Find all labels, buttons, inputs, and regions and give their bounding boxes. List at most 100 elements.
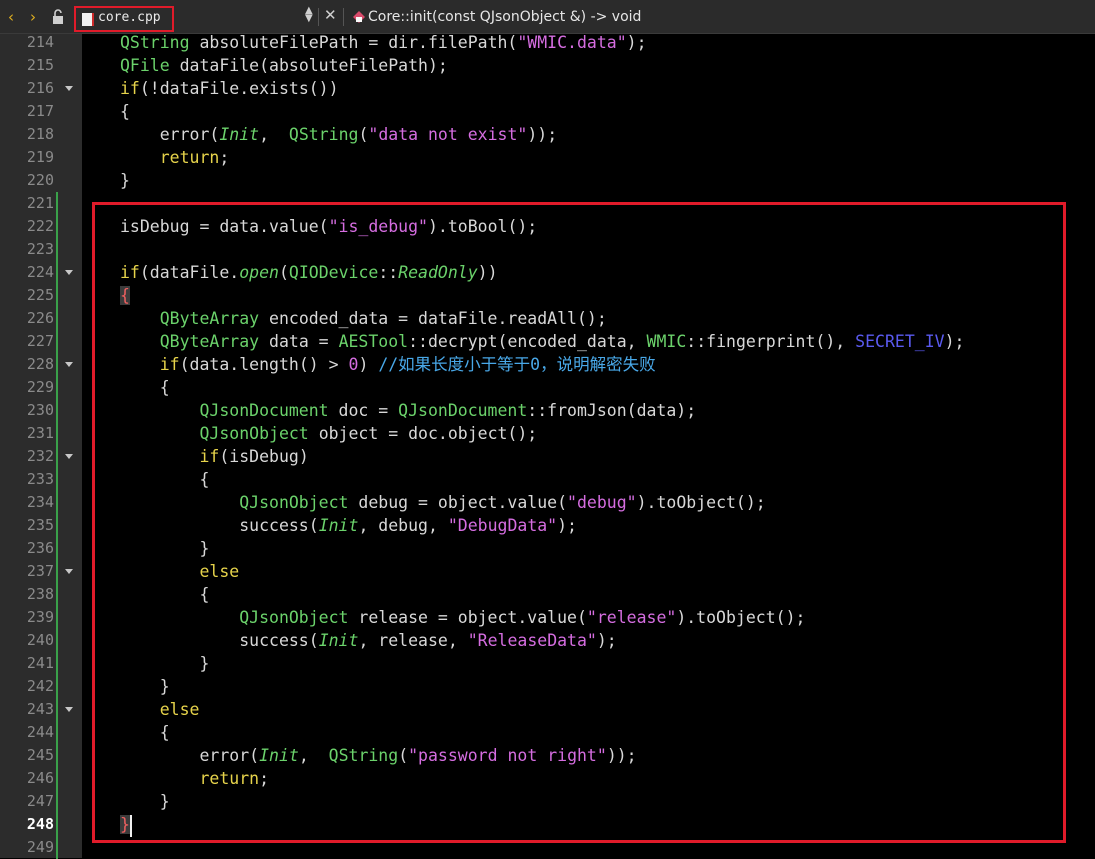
code-text: } bbox=[120, 813, 130, 836]
change-marker bbox=[56, 215, 58, 238]
code-line[interactable]: 227 QByteArray data = AESTool::decrypt(e… bbox=[0, 330, 1095, 353]
code-token: return bbox=[120, 769, 260, 788]
code-token: ) bbox=[358, 355, 379, 374]
code-line[interactable]: 223 bbox=[0, 238, 1095, 261]
code-token: )) bbox=[477, 263, 498, 282]
change-marker bbox=[56, 307, 58, 330]
code-text: if(!dataFile.exists()) bbox=[120, 77, 339, 100]
code-line[interactable]: 239 QJsonObject release = object.value("… bbox=[0, 606, 1095, 629]
change-marker bbox=[56, 468, 58, 491]
fold-toggle-icon[interactable] bbox=[65, 454, 73, 459]
code-line[interactable]: 246 return; bbox=[0, 767, 1095, 790]
code-line[interactable]: 230 QJsonDocument doc = QJsonDocument::f… bbox=[0, 399, 1095, 422]
fold-toggle-icon[interactable] bbox=[65, 569, 73, 574]
code-line[interactable]: 241 } bbox=[0, 652, 1095, 675]
change-marker bbox=[56, 491, 58, 514]
code-line[interactable]: 226 QByteArray encoded_data = dataFile.r… bbox=[0, 307, 1095, 330]
file-selector-tab[interactable]: core.cpp bbox=[74, 6, 174, 32]
line-number: 229 bbox=[26, 378, 54, 396]
code-text: { bbox=[120, 468, 209, 491]
code-token: ); bbox=[944, 332, 965, 351]
code-line[interactable]: 224 if(dataFile.open(QIODevice::ReadOnly)… bbox=[0, 261, 1095, 284]
line-number: 230 bbox=[26, 401, 54, 419]
code-line[interactable]: 219 return; bbox=[0, 146, 1095, 169]
code-text: success(Init, release, "ReleaseData"); bbox=[120, 629, 617, 652]
code-line[interactable]: 218 error(Init, QString("data not exist"… bbox=[0, 123, 1095, 146]
code-line[interactable]: 244 { bbox=[0, 721, 1095, 744]
code-text: { bbox=[120, 284, 130, 307]
code-line[interactable]: 236 } bbox=[0, 537, 1095, 560]
code-token: ; bbox=[219, 148, 230, 167]
line-number: 242 bbox=[26, 677, 54, 695]
code-line[interactable]: 215 QFile dataFile(absoluteFilePath); bbox=[0, 54, 1095, 77]
line-number: 232 bbox=[26, 447, 54, 465]
code-token: "ReleaseData" bbox=[467, 631, 597, 650]
change-marker bbox=[56, 767, 58, 790]
chevron-right-icon[interactable]: › bbox=[24, 6, 42, 28]
code-line[interactable]: 228 if(data.length() > 0) //如果长度小于等于0，说明… bbox=[0, 353, 1095, 376]
code-line[interactable]: 220} bbox=[0, 169, 1095, 192]
code-line[interactable]: 249 bbox=[0, 836, 1095, 859]
code-line[interactable]: 216 if(!dataFile.exists()) bbox=[0, 77, 1095, 100]
code-line[interactable]: 235 success(Init, debug, "DebugData"); bbox=[0, 514, 1095, 537]
code-line[interactable]: 243 else bbox=[0, 698, 1095, 721]
code-line[interactable]: 233 { bbox=[0, 468, 1095, 491]
code-line[interactable]: 245 error(Init, QString("password not ri… bbox=[0, 744, 1095, 767]
code-line[interactable]: 240 success(Init, release, "ReleaseData"… bbox=[0, 629, 1095, 652]
code-token: "DebugData" bbox=[447, 516, 558, 535]
code-token: Init bbox=[318, 631, 359, 650]
fold-toggle-icon[interactable] bbox=[65, 362, 73, 367]
change-marker bbox=[56, 376, 58, 399]
code-text: QFile dataFile(absoluteFilePath); bbox=[120, 54, 448, 77]
code-token: QString bbox=[288, 125, 359, 144]
code-line[interactable]: 247 } bbox=[0, 790, 1095, 813]
code-line[interactable]: 232 if(isDebug) bbox=[0, 445, 1095, 468]
code-token: ( bbox=[358, 125, 369, 144]
code-text: else bbox=[120, 560, 239, 583]
code-line[interactable]: 248} bbox=[0, 813, 1095, 836]
code-line[interactable]: 225 { bbox=[0, 284, 1095, 307]
line-number: 221 bbox=[26, 194, 54, 212]
code-token: } bbox=[120, 792, 170, 811]
code-token: //如果长度小于等于0，说明解密失败 bbox=[378, 355, 656, 374]
code-token: "release" bbox=[586, 608, 677, 627]
code-text: return; bbox=[120, 146, 230, 169]
file-dropdown-arrows-icon[interactable]: ▲ ▼ bbox=[305, 6, 313, 24]
code-token: ( bbox=[278, 263, 289, 282]
change-marker bbox=[56, 537, 58, 560]
code-line[interactable]: 217 { bbox=[0, 100, 1095, 123]
code-line[interactable]: 238 { bbox=[0, 583, 1095, 606]
line-number: 217 bbox=[26, 102, 54, 120]
change-marker bbox=[56, 330, 58, 353]
code-token: ::fingerprint(), bbox=[686, 332, 856, 351]
code-line[interactable]: 221 bbox=[0, 192, 1095, 215]
fold-toggle-icon[interactable] bbox=[65, 270, 73, 275]
close-icon[interactable]: ✕ bbox=[324, 6, 337, 24]
line-number: 215 bbox=[26, 56, 54, 74]
code-line[interactable]: 231 QJsonObject object = doc.object(); bbox=[0, 422, 1095, 445]
code-line[interactable]: 214 QString absoluteFilePath = dir.filePa… bbox=[0, 31, 1095, 54]
fold-toggle-icon[interactable] bbox=[65, 86, 73, 91]
code-line[interactable]: 237 else bbox=[0, 560, 1095, 583]
code-text: isDebug = data.value("is_debug").toBool(… bbox=[120, 215, 537, 238]
code-token: ).toObject(); bbox=[636, 493, 766, 512]
function-symbol-selector[interactable]: Core::init(const QJsonObject &) -> void bbox=[368, 9, 641, 25]
code-line[interactable]: 234 QJsonObject debug = object.value("de… bbox=[0, 491, 1095, 514]
code-line[interactable]: 229 { bbox=[0, 376, 1095, 399]
code-text: } bbox=[120, 675, 170, 698]
line-number: 235 bbox=[26, 516, 54, 534]
unlock-icon[interactable] bbox=[50, 9, 66, 25]
code-token: "is_debug" bbox=[328, 217, 428, 236]
fold-toggle-icon[interactable] bbox=[65, 707, 73, 712]
code-text: return; bbox=[120, 767, 269, 790]
code-token: Init bbox=[219, 125, 260, 144]
code-line[interactable]: 222 isDebug = data.value("is_debug").toBo… bbox=[0, 215, 1095, 238]
editor-toolbar: ‹ › core.cpp ▲ ▼ ✕ Core::init(const QJson… bbox=[0, 0, 1095, 34]
chevron-left-icon[interactable]: ‹ bbox=[2, 6, 20, 28]
code-text: if(isDebug) bbox=[120, 445, 308, 468]
code-token: , bbox=[259, 125, 289, 144]
code-token: AESTool bbox=[338, 332, 409, 351]
code-line[interactable]: 242 } bbox=[0, 675, 1095, 698]
line-number: 239 bbox=[26, 608, 54, 626]
change-marker bbox=[56, 790, 58, 813]
